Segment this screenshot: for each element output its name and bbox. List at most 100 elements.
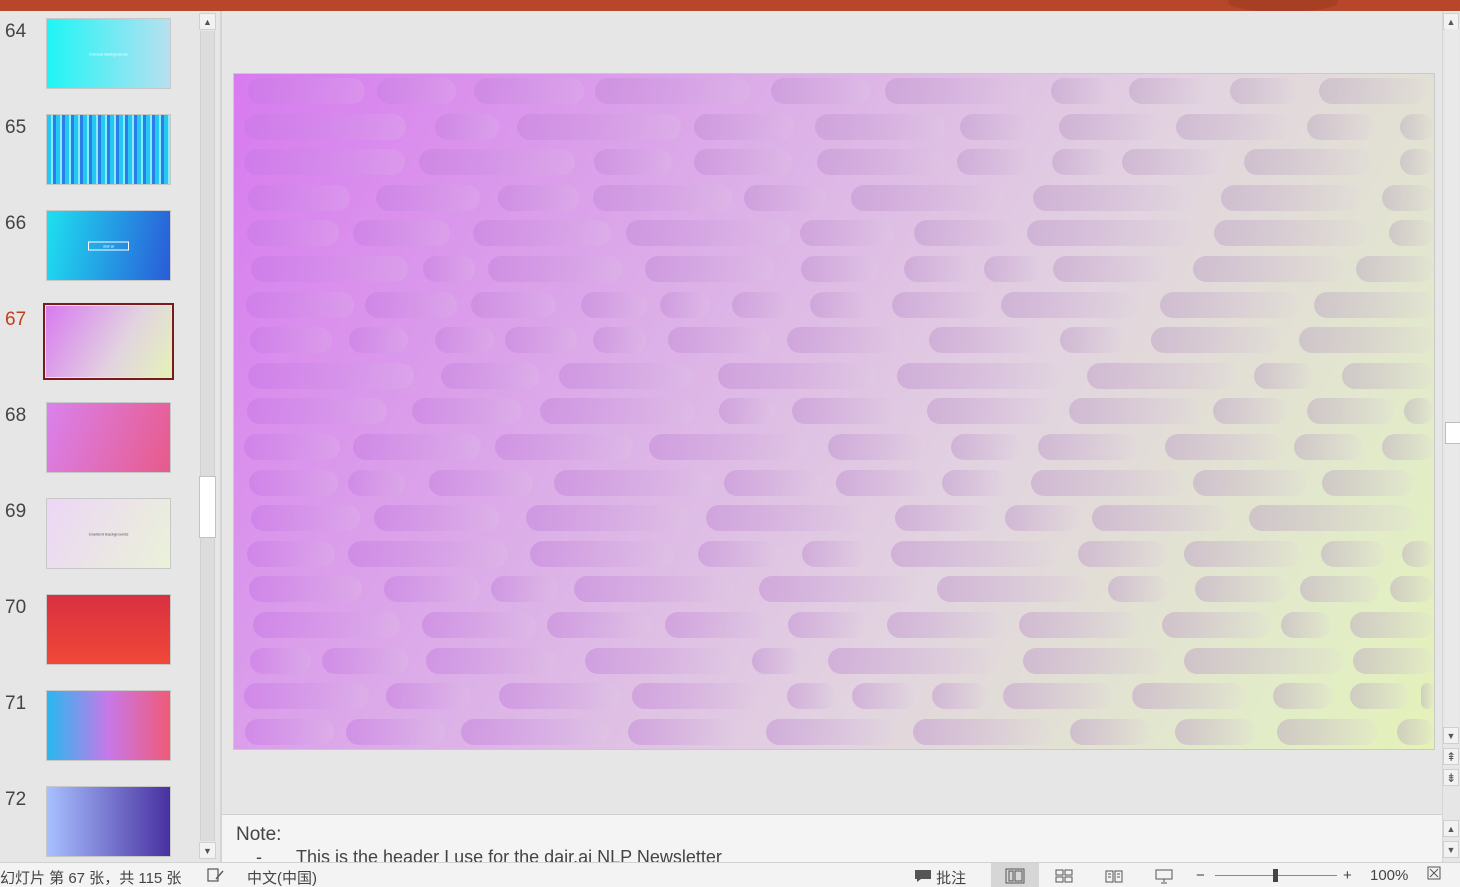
slide-thumbnail[interactable]: 68: [0, 320, 197, 473]
background-pill-shape: [788, 612, 867, 638]
background-pill-shape: [852, 683, 916, 710]
background-pill-shape: [1421, 683, 1434, 710]
background-pill-shape: [426, 647, 556, 674]
zoom-slider-knob[interactable]: [1273, 869, 1278, 882]
slide-sorter-button[interactable]: [1040, 863, 1088, 887]
comments-button[interactable]: 批注: [914, 867, 966, 887]
background-pill-shape: [904, 256, 974, 282]
slide-thumbnail[interactable]: 64 Colored Backgrounds: [0, 11, 197, 89]
notes-text[interactable]: This is the header I use for the dair.ai…: [296, 847, 722, 862]
slideshow-button[interactable]: [1140, 863, 1188, 887]
zoom-in-button[interactable]: +: [1343, 867, 1352, 884]
background-pill-shape: [498, 184, 579, 211]
current-slide[interactable]: [233, 73, 1435, 750]
background-pill-shape: [1213, 398, 1287, 425]
scrollbar-thumb[interactable]: [1445, 422, 1460, 444]
background-pill-shape: [1132, 683, 1245, 710]
language-indicator[interactable]: 中文(中国): [247, 867, 317, 887]
background-pill-shape: [1184, 540, 1300, 567]
thumbnail-scrollbar[interactable]: ▲ ▼: [197, 11, 218, 862]
background-pill-shape: [626, 220, 790, 247]
background-pill-shape: [719, 398, 775, 425]
background-pill-shape: [732, 291, 792, 318]
background-pill-shape: [891, 540, 1056, 567]
background-pill-shape: [423, 256, 475, 282]
zoom-level[interactable]: 100%: [1370, 867, 1408, 884]
background-pill-shape: [505, 327, 577, 354]
background-pill-shape: [422, 612, 536, 638]
background-pill-shape: [1342, 362, 1434, 389]
background-pill-shape: [1092, 505, 1228, 532]
background-pill-shape: [376, 184, 480, 211]
background-pill-shape: [473, 220, 611, 247]
slide-thumbnail[interactable]: 71: [0, 608, 197, 761]
background-pill-shape: [365, 291, 457, 318]
slide-thumbnail-image[interactable]: [46, 786, 171, 857]
background-pill-shape: [957, 149, 1033, 176]
background-pill-shape: [802, 540, 867, 567]
slide-thumbnail[interactable]: 72: [0, 704, 197, 857]
normal-view-icon: [1005, 868, 1025, 883]
slide-number: 72: [5, 789, 27, 810]
background-pill-shape: [244, 113, 406, 140]
slide-thumbnail[interactable]: 70: [0, 512, 197, 665]
background-pill-shape: [1307, 113, 1375, 140]
background-pill-shape: [1221, 184, 1360, 211]
account-area[interactable]: [1228, 0, 1338, 11]
background-pill-shape: [645, 256, 774, 282]
normal-view-button[interactable]: [991, 863, 1039, 887]
background-pill-shape: [1060, 327, 1124, 354]
slide-thumbnail[interactable]: 67: [0, 224, 197, 380]
background-pill-shape: [247, 540, 335, 567]
background-pill-shape: [1069, 398, 1200, 425]
slide-thumbnail[interactable]: 69 Gradient Backgrounds: [0, 416, 197, 569]
background-pill-shape: [628, 718, 739, 745]
reading-view-button[interactable]: [1090, 863, 1138, 887]
background-pill-shape: [353, 220, 450, 247]
notes-scroll-up-icon[interactable]: ▲: [1443, 820, 1459, 837]
background-pill-shape: [929, 327, 1042, 354]
background-pill-shape: [668, 327, 770, 354]
scroll-down-arrow-icon[interactable]: ▼: [199, 842, 216, 859]
scrollbar-thumb[interactable]: [199, 476, 216, 538]
slide-thumbnail[interactable]: 66 dair.ai: [0, 128, 197, 281]
background-pill-shape: [435, 327, 494, 354]
background-pill-shape: [595, 78, 750, 104]
reading-view-icon: [1105, 870, 1123, 882]
title-bar: [0, 0, 1460, 11]
background-pill-shape: [1249, 505, 1414, 532]
background-pill-shape: [800, 220, 893, 247]
background-pill-shape: [585, 647, 739, 674]
notes-scroll-down-icon[interactable]: ▼: [1443, 841, 1459, 858]
background-pill-shape: [250, 647, 311, 674]
scroll-up-arrow-icon[interactable]: ▲: [1443, 13, 1459, 30]
zoom-out-button[interactable]: −: [1196, 867, 1205, 884]
slide-scrollbar[interactable]: ▲ ▼ ⇞ ⇟ ▲ ▼: [1442, 11, 1460, 862]
background-pill-shape: [471, 291, 556, 318]
background-pill-shape: [1402, 540, 1434, 567]
background-pill-shape: [441, 362, 540, 389]
background-pill-shape: [419, 149, 575, 176]
speaker-notes-pane[interactable]: Note: - This is the header I use for the…: [222, 814, 1442, 862]
scrollbar-track[interactable]: [200, 31, 215, 841]
background-pill-shape: [724, 469, 822, 496]
next-slide-icon[interactable]: ⇟: [1443, 769, 1459, 786]
scroll-down-arrow-icon[interactable]: ▼: [1443, 727, 1459, 744]
slide-thumbnail[interactable]: 65: [0, 32, 197, 185]
scroll-up-arrow-icon[interactable]: ▲: [199, 13, 216, 30]
background-pill-shape: [1001, 291, 1141, 318]
background-pill-shape: [249, 576, 362, 603]
previous-slide-icon[interactable]: ⇞: [1443, 748, 1459, 765]
background-pill-shape: [817, 149, 945, 176]
background-pill-shape: [1319, 78, 1427, 104]
background-pill-shape: [1070, 718, 1150, 745]
background-pill-shape: [1027, 220, 1195, 247]
scrollbar-track[interactable]: [1445, 29, 1459, 729]
background-pill-shape: [249, 469, 338, 496]
background-pill-shape: [828, 647, 997, 674]
fit-to-window-icon[interactable]: [1427, 866, 1441, 884]
background-pill-shape: [632, 683, 763, 710]
spell-check-icon[interactable]: [207, 867, 225, 887]
background-pill-shape: [1087, 362, 1236, 389]
background-pill-shape: [250, 327, 332, 354]
